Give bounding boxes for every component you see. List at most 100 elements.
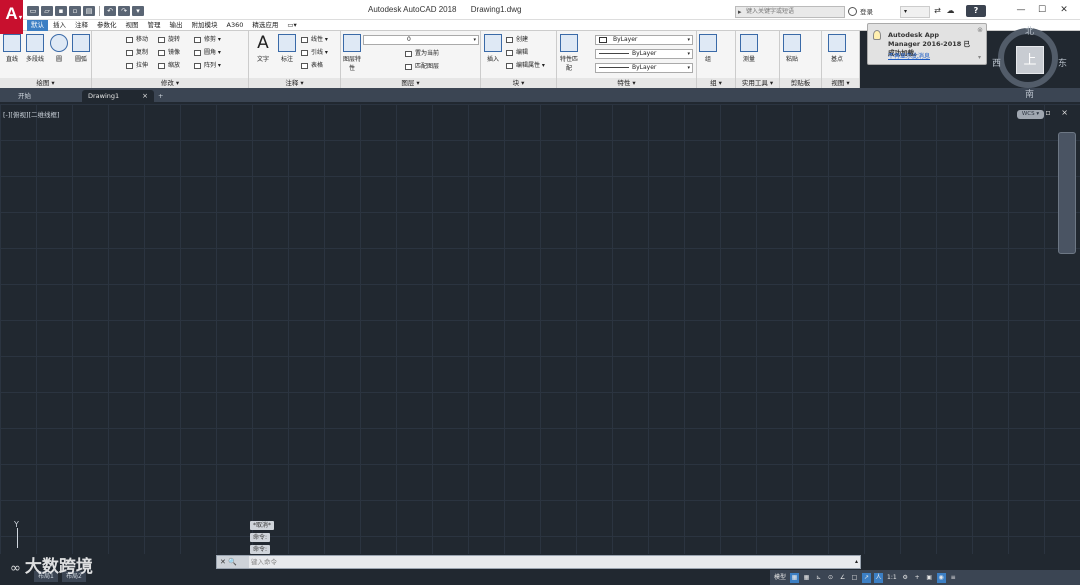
- edit-attributes-button[interactable]: 编辑属性 ▾: [506, 62, 545, 70]
- tab-addins[interactable]: 附加模块: [188, 20, 222, 31]
- clipboard-panel-title[interactable]: 剪贴板: [780, 78, 821, 88]
- command-line-buttons[interactable]: ✕ 🔍: [217, 556, 249, 568]
- redo-icon[interactable]: ↷: [118, 5, 130, 16]
- signin-button[interactable]: 登录: [848, 6, 898, 18]
- block-panel-title[interactable]: 块 ▾: [481, 78, 556, 88]
- tab-insert[interactable]: 插入: [49, 20, 70, 31]
- compass-south[interactable]: 南: [1025, 87, 1034, 100]
- draw-panel-title[interactable]: 绘图 ▾: [0, 78, 91, 88]
- rotate-button[interactable]: 旋转: [158, 36, 180, 44]
- layers-panel-title[interactable]: 图层 ▾: [341, 78, 480, 88]
- make-current-button[interactable]: 置为当前: [405, 50, 439, 58]
- close-icon[interactable]: ×: [142, 90, 148, 102]
- maximize-button[interactable]: ☐: [1033, 3, 1051, 17]
- viewcube[interactable]: 上 北 南 东 西: [992, 22, 1068, 100]
- plus-icon[interactable]: +: [913, 573, 922, 583]
- compass-west[interactable]: 西: [992, 56, 1001, 69]
- copy-button[interactable]: 复制: [126, 49, 148, 57]
- create-block-button[interactable]: 创建: [506, 36, 528, 44]
- paste-button[interactable]: 粘贴: [782, 34, 802, 63]
- object-snap-icon[interactable]: □: [850, 573, 859, 583]
- edit-block-button[interactable]: 编辑: [506, 49, 528, 57]
- a360-icon[interactable]: ☁: [945, 6, 956, 16]
- layer-combo[interactable]: 0 ▾: [363, 35, 479, 45]
- compass-east[interactable]: 东: [1058, 56, 1067, 69]
- line-button[interactable]: 直线: [2, 34, 22, 63]
- properties-panel-title[interactable]: 特性 ▾: [557, 78, 696, 88]
- saveas-icon[interactable]: ▫: [69, 5, 81, 16]
- application-menu-button[interactable]: A ▾: [0, 0, 23, 34]
- tab-parametric[interactable]: 参数化: [93, 20, 121, 31]
- isodraft-icon[interactable]: ∠: [838, 573, 847, 583]
- exchange-icon[interactable]: ⇄: [932, 6, 943, 16]
- tab-featured-apps[interactable]: 精选应用: [248, 20, 282, 31]
- new-tab-button[interactable]: +: [155, 90, 169, 102]
- linetype-combo[interactable]: ByLayer ▾: [595, 49, 693, 59]
- workspace-gear-icon[interactable]: ⚙: [901, 573, 910, 583]
- new-icon[interactable]: ▭: [27, 5, 39, 16]
- dropdown-icon[interactable]: ▾: [132, 5, 144, 16]
- annotation-panel-title[interactable]: 注释 ▾: [249, 78, 340, 88]
- stretch-button[interactable]: 拉伸: [126, 62, 148, 70]
- model-space[interactable]: [-][俯视][二维线框] − ▫ × Y *取消* 命令: 命令:: [0, 104, 1080, 554]
- move-button[interactable]: 移动: [126, 36, 148, 44]
- linear-button[interactable]: 线性 ▾: [301, 36, 328, 44]
- tab-view[interactable]: 视图: [122, 20, 143, 31]
- layer-properties-button[interactable]: 图层特性: [343, 34, 361, 72]
- minimize-button[interactable]: —: [1012, 3, 1030, 17]
- print-icon[interactable]: ▤: [83, 5, 95, 16]
- viewport-controls-label[interactable]: [-][俯视][二维线框]: [3, 109, 60, 119]
- notification-link[interactable]: 不再显示此消息: [888, 51, 930, 60]
- circle-button[interactable]: 圆: [50, 34, 68, 63]
- object-tracking-icon[interactable]: ↗: [862, 572, 872, 583]
- hardware-acceleration-icon[interactable]: ◉: [936, 572, 946, 583]
- compass-north[interactable]: 北: [1025, 24, 1034, 37]
- annotation-visibility-icon[interactable]: 人: [874, 572, 884, 583]
- lineweight-combo[interactable]: ByLayer ▾: [595, 63, 693, 73]
- array-button[interactable]: 阵列 ▾: [194, 62, 221, 70]
- command-input[interactable]: 键入命令: [251, 556, 851, 568]
- leader-button[interactable]: 引线 ▾: [301, 49, 328, 57]
- measure-button[interactable]: 测量: [738, 34, 760, 63]
- grid-icon[interactable]: ▦: [790, 572, 800, 583]
- model-button[interactable]: 模型: [773, 573, 787, 583]
- groups-panel-title[interactable]: 组 ▾: [697, 78, 735, 88]
- snap-icon[interactable]: ▦: [802, 573, 811, 583]
- mirror-button[interactable]: 镜像: [158, 49, 180, 57]
- account-dropdown[interactable]: ▾: [900, 6, 930, 18]
- match-layer-button[interactable]: 匹配图层: [405, 63, 439, 71]
- navigation-bar[interactable]: [1058, 132, 1076, 254]
- base-point-button[interactable]: 基点: [826, 34, 848, 63]
- polar-icon[interactable]: ⊙: [826, 573, 835, 583]
- tab-manage[interactable]: 管理: [144, 20, 165, 31]
- color-combo[interactable]: ByLayer ▾: [595, 35, 693, 45]
- trim-button[interactable]: 修剪 ▾: [194, 36, 221, 44]
- group-button[interactable]: 组: [699, 34, 717, 63]
- tab-annotate[interactable]: 注释: [71, 20, 92, 31]
- undo-icon[interactable]: ↶: [104, 5, 116, 16]
- customization-menu-icon[interactable]: ≡: [949, 573, 958, 583]
- utilities-panel-title[interactable]: 实用工具 ▾: [736, 78, 779, 88]
- command-history-toggle[interactable]: ▴: [855, 556, 858, 568]
- close-icon[interactable]: ⊗: [977, 26, 983, 34]
- table-button[interactable]: 表格: [301, 62, 323, 70]
- annotation-scale[interactable]: 1:1: [886, 573, 898, 583]
- tab-output[interactable]: 输出: [166, 20, 187, 31]
- scale-button[interactable]: 缩放: [158, 62, 180, 70]
- doc-tab-drawing1[interactable]: Drawing1 ×: [82, 90, 154, 102]
- close-button[interactable]: ✕: [1055, 3, 1073, 17]
- dimension-button[interactable]: 标注: [277, 34, 297, 63]
- help-button[interactable]: ?: [966, 5, 986, 17]
- open-icon[interactable]: ▱: [41, 5, 53, 16]
- match-properties-button[interactable]: 特性匹配: [559, 34, 579, 72]
- tab-a360[interactable]: A360: [223, 20, 248, 31]
- polyline-button[interactable]: 多段线: [24, 34, 46, 63]
- viewcube-top-face[interactable]: 上: [1016, 46, 1044, 74]
- insert-button[interactable]: 插入: [483, 34, 503, 63]
- save-icon[interactable]: ▪: [55, 5, 67, 16]
- chevron-down-icon[interactable]: ▾: [978, 54, 981, 61]
- search-input[interactable]: ▸ 键入关键字或短语: [735, 6, 845, 18]
- text-button[interactable]: A 文字: [253, 34, 273, 63]
- tab-extra-dropdown[interactable]: ▭▾: [283, 20, 300, 31]
- wcs-menu[interactable]: WCS ▾: [1017, 110, 1044, 119]
